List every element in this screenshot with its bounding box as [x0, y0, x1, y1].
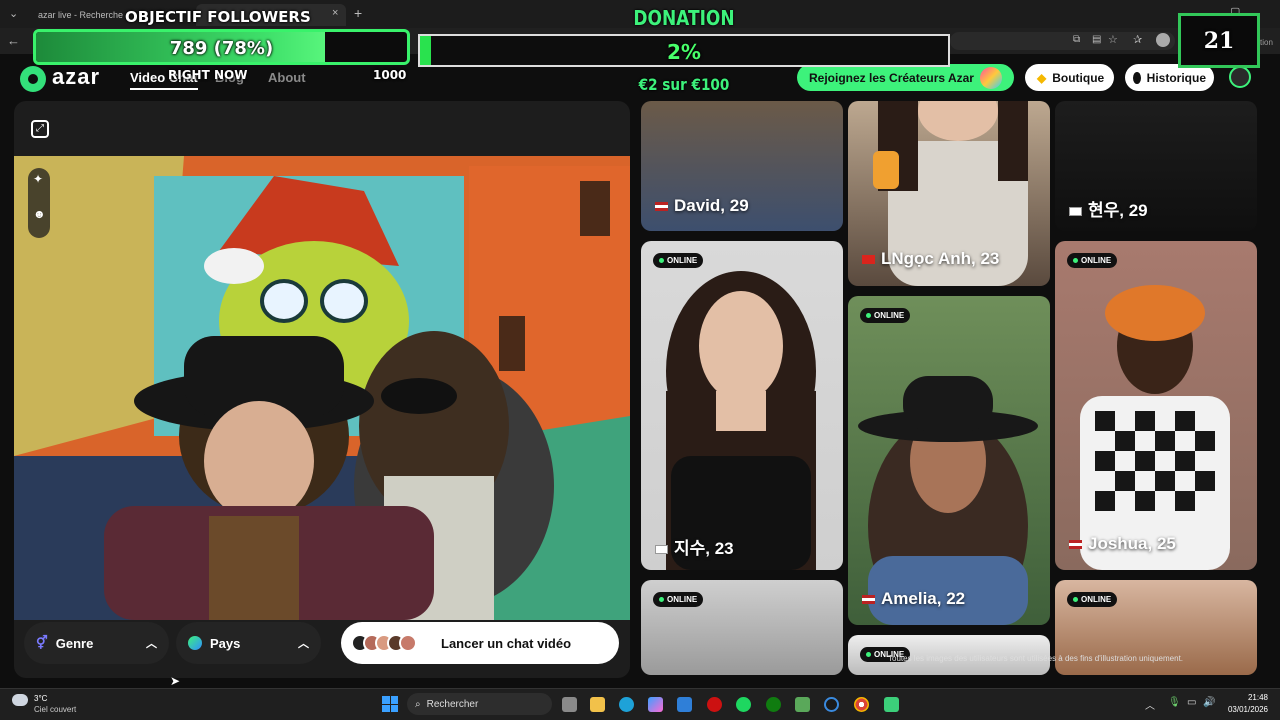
gender-icon: ⚥ — [36, 635, 48, 650]
online-badge: ONLINE — [860, 308, 911, 323]
profile-name: 지수, 23 — [655, 534, 734, 559]
online-badge: ONLINE — [1067, 592, 1118, 607]
online-badge: ONLINE — [1067, 253, 1118, 268]
profile-photo — [858, 376, 1038, 625]
reader-icon[interactable]: ▤ — [1092, 34, 1101, 45]
taskbar-search-label: Rechercher — [426, 698, 479, 710]
back-arrow-icon[interactable]: ← — [7, 33, 20, 48]
profile-card[interactable]: David, 29 — [641, 101, 843, 231]
online-badge: ONLINE — [653, 592, 704, 607]
favorite-star-icon[interactable]: ☆ — [1108, 33, 1118, 46]
task-view-icon[interactable] — [562, 697, 577, 712]
windows-taskbar — [0, 688, 1280, 720]
xbox-icon[interactable] — [766, 697, 781, 712]
weather-desc[interactable]: Ciel couvert — [34, 705, 76, 714]
spotify-icon[interactable] — [736, 697, 751, 712]
expand-icon[interactable]: ⤢ — [31, 120, 49, 138]
site-logo[interactable]: azar — [52, 64, 100, 90]
clock-time[interactable]: 21:48 — [1228, 693, 1268, 702]
webcam-video — [14, 156, 630, 620]
chrome-icon[interactable] — [854, 697, 869, 712]
chevron-up-icon: ︿ — [298, 638, 309, 650]
globe-icon — [188, 636, 202, 650]
chevron-up-icon: ︿ — [146, 638, 157, 650]
online-badge: ONLINE — [653, 253, 704, 268]
volume-icon[interactable]: 🔊 — [1203, 697, 1215, 708]
country-filter-button[interactable]: Pays ︿ — [176, 622, 321, 664]
donation-percent: 2% — [667, 40, 701, 64]
store-icon[interactable] — [677, 697, 692, 712]
open-in-app-icon[interactable]: ⧉ — [1073, 34, 1080, 45]
profile-card[interactable]: ONLINE — [641, 580, 843, 675]
weather-cloud-icon[interactable] — [12, 694, 28, 706]
profile-name: Amelia, 22 — [862, 589, 965, 609]
sticker-icon[interactable]: ☻ — [33, 207, 46, 221]
profile-name: LNgọc Anh, 23 — [862, 249, 999, 269]
taskbar-search[interactable]: ⌕ Rechercher — [407, 693, 552, 715]
illustration-disclaimer: Toutes les images des utilisateurs sont … — [888, 654, 1184, 663]
copilot-icon[interactable] — [648, 697, 663, 712]
search-icon: ⌕ — [415, 698, 421, 710]
microphone-icon[interactable]: 🎙 — [1168, 697, 1181, 708]
gender-filter-label: Genre — [55, 635, 94, 651]
profile-card[interactable]: 현우, 29 — [1055, 101, 1257, 231]
ccleaner-icon[interactable] — [824, 697, 839, 712]
mouse-cursor-icon: ➤ — [170, 674, 181, 688]
azar-logo-icon[interactable] — [20, 66, 46, 92]
profile-photo — [1080, 285, 1230, 570]
profile-name: David, 29 — [655, 196, 749, 216]
windows-start-icon[interactable] — [382, 696, 398, 712]
profile-card[interactable]: ONLINE Joshua, 25 — [1055, 241, 1257, 570]
android-app-icon[interactable] — [884, 697, 899, 712]
profile-name: Joshua, 25 — [1069, 534, 1176, 554]
gender-filter-button[interactable]: ⚥ Genre ︿ — [24, 622, 169, 664]
profile-photo — [666, 271, 816, 570]
user-avatars-stack — [351, 634, 417, 652]
viewer-counter: 21 — [1178, 13, 1260, 68]
start-video-chat-label: Lancer un chat vidéo — [441, 635, 572, 651]
weather-temp[interactable]: 3°C — [34, 694, 47, 703]
profile-avatar[interactable] — [1156, 33, 1170, 47]
donation-amount: €2 sur €100 — [638, 75, 730, 94]
app-icon[interactable] — [795, 697, 810, 712]
favorites-bar-icon[interactable]: ✰ — [1133, 33, 1142, 46]
file-explorer-icon[interactable] — [590, 697, 605, 712]
tray-expand-icon[interactable]: ︿ — [1145, 697, 1155, 712]
donation-bar: 2% — [418, 34, 950, 67]
country-filter-label: Pays — [210, 635, 241, 651]
clock-date[interactable]: 03/01/2026 — [1218, 705, 1268, 714]
obs-icon[interactable] — [707, 697, 722, 712]
profile-name: 현우, 29 — [1069, 196, 1148, 221]
follower-goal-bar: 789 (78%) — [33, 29, 410, 65]
profile-card[interactable]: ONLINE Amelia, 22 — [848, 296, 1050, 625]
sparkle-icon[interactable]: ✦ — [33, 172, 43, 186]
webcam-scene — [14, 156, 630, 620]
profile-card[interactable]: ONLINE 지수, 23 — [641, 241, 843, 570]
edge-browser-icon[interactable] — [619, 697, 634, 712]
network-icon[interactable]: ▭ — [1187, 697, 1196, 708]
follower-goal-text: 789 (78%) — [169, 38, 274, 59]
start-video-chat-button[interactable]: Lancer un chat vidéo — [341, 622, 619, 664]
donation-title: DONATION — [633, 6, 735, 30]
tab-list-chevron-icon[interactable]: ⌄ — [9, 7, 18, 20]
profile-card[interactable]: LNgọc Anh, 23 — [848, 101, 1050, 286]
